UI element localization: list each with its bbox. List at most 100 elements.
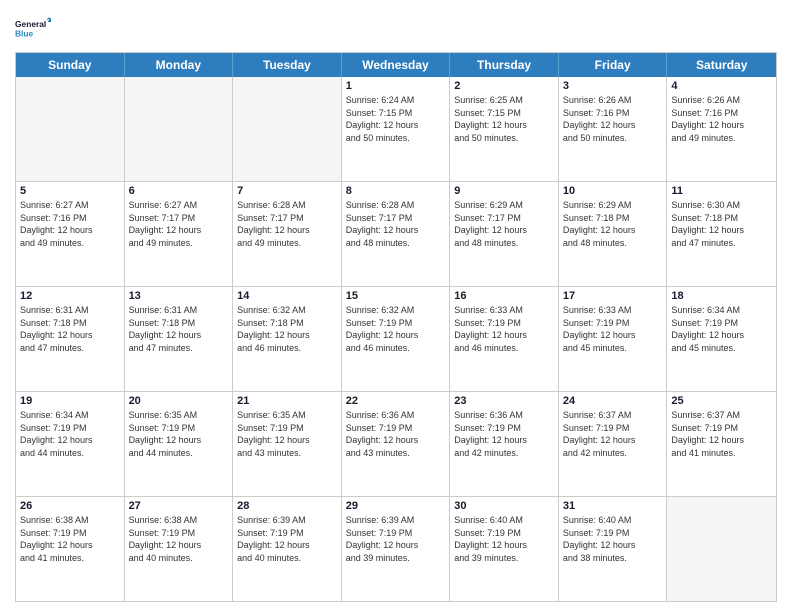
day-number: 17 [563, 290, 663, 302]
day-header-saturday: Saturday [667, 53, 776, 77]
day-number: 1 [346, 80, 446, 92]
day-info: Sunrise: 6:34 AMSunset: 7:19 PMDaylight:… [671, 304, 772, 354]
svg-text:General: General [15, 19, 46, 29]
day-info: Sunrise: 6:26 AMSunset: 7:16 PMDaylight:… [671, 94, 772, 144]
day-info: Sunrise: 6:32 AMSunset: 7:19 PMDaylight:… [346, 304, 446, 354]
day-info: Sunrise: 6:25 AMSunset: 7:15 PMDaylight:… [454, 94, 554, 144]
calendar-body: 1 Sunrise: 6:24 AMSunset: 7:15 PMDaylight… [16, 77, 776, 601]
calendar-row-3: 19 Sunrise: 6:34 AMSunset: 7:19 PMDayligh… [16, 392, 776, 497]
day-number: 7 [237, 185, 337, 197]
day-number: 20 [129, 395, 229, 407]
svg-text:Blue: Blue [15, 28, 34, 38]
calendar-row-4: 26 Sunrise: 6:38 AMSunset: 7:19 PMDayligh… [16, 497, 776, 601]
day-info: Sunrise: 6:35 AMSunset: 7:19 PMDaylight:… [129, 409, 229, 459]
day-number: 4 [671, 80, 772, 92]
day-info: Sunrise: 6:38 AMSunset: 7:19 PMDaylight:… [20, 514, 120, 564]
calendar-header: SundayMondayTuesdayWednesdayThursdayFrid… [16, 53, 776, 77]
day-info: Sunrise: 6:40 AMSunset: 7:19 PMDaylight:… [454, 514, 554, 564]
day-info: Sunrise: 6:29 AMSunset: 7:17 PMDaylight:… [454, 199, 554, 249]
day-cell-10: 10Sunrise: 6:29 AMSunset: 7:18 PMDayligh… [559, 182, 668, 286]
day-number: 2 [454, 80, 554, 92]
day-info: Sunrise: 6:31 AMSunset: 7:18 PMDaylight:… [129, 304, 229, 354]
day-number: 9 [454, 185, 554, 197]
calendar-row-1: 5 Sunrise: 6:27 AMSunset: 7:16 PMDaylight… [16, 182, 776, 287]
day-cell-14: 14Sunrise: 6:32 AMSunset: 7:18 PMDayligh… [233, 287, 342, 391]
day-number: 13 [129, 290, 229, 302]
day-number: 22 [346, 395, 446, 407]
day-cell-3: 3 Sunrise: 6:26 AMSunset: 7:16 PMDaylight… [559, 77, 668, 181]
day-cell-2: 2 Sunrise: 6:25 AMSunset: 7:15 PMDaylight… [450, 77, 559, 181]
day-number: 29 [346, 500, 446, 512]
day-cell-19: 19 Sunrise: 6:34 AMSunset: 7:19 PMDayligh… [16, 392, 125, 496]
day-cell-29: 29 Sunrise: 6:39 AMSunset: 7:19 PMDayligh… [342, 497, 451, 601]
day-cell-27: 27Sunrise: 6:38 AMSunset: 7:19 PMDayligh… [125, 497, 234, 601]
day-cell-1: 1 Sunrise: 6:24 AMSunset: 7:15 PMDaylight… [342, 77, 451, 181]
day-cell-17: 17 Sunrise: 6:33 AMSunset: 7:19 PMDayligh… [559, 287, 668, 391]
day-number: 11 [671, 185, 772, 197]
day-info: Sunrise: 6:39 AMSunset: 7:19 PMDaylight:… [346, 514, 446, 564]
day-number: 21 [237, 395, 337, 407]
day-info: Sunrise: 6:32 AMSunset: 7:18 PMDaylight:… [237, 304, 337, 354]
day-cell-12: 12Sunrise: 6:31 AMSunset: 7:18 PMDayligh… [16, 287, 125, 391]
day-info: Sunrise: 6:26 AMSunset: 7:16 PMDaylight:… [563, 94, 663, 144]
day-info: Sunrise: 6:34 AMSunset: 7:19 PMDaylight:… [20, 409, 120, 459]
day-info: Sunrise: 6:33 AMSunset: 7:19 PMDaylight:… [563, 304, 663, 354]
day-header-friday: Friday [559, 53, 668, 77]
day-number: 19 [20, 395, 120, 407]
logo: General Blue [15, 10, 51, 46]
day-cell-28: 28 Sunrise: 6:39 AMSunset: 7:19 PMDayligh… [233, 497, 342, 601]
day-number: 26 [20, 500, 120, 512]
day-number: 15 [346, 290, 446, 302]
day-cell-6: 6Sunrise: 6:27 AMSunset: 7:17 PMDaylight… [125, 182, 234, 286]
day-cell-13: 13 Sunrise: 6:31 AMSunset: 7:18 PMDayligh… [125, 287, 234, 391]
day-number: 8 [346, 185, 446, 197]
day-info: Sunrise: 6:36 AMSunset: 7:19 PMDaylight:… [346, 409, 446, 459]
day-cell-20: 20 Sunrise: 6:35 AMSunset: 7:19 PMDayligh… [125, 392, 234, 496]
day-number: 5 [20, 185, 120, 197]
empty-cell [125, 77, 234, 181]
day-cell-30: 30Sunrise: 6:40 AMSunset: 7:19 PMDayligh… [450, 497, 559, 601]
header: General Blue [15, 10, 777, 46]
day-header-wednesday: Wednesday [342, 53, 451, 77]
day-info: Sunrise: 6:36 AMSunset: 7:19 PMDaylight:… [454, 409, 554, 459]
day-number: 10 [563, 185, 663, 197]
day-info: Sunrise: 6:40 AMSunset: 7:19 PMDaylight:… [563, 514, 663, 564]
day-number: 6 [129, 185, 229, 197]
empty-cell [233, 77, 342, 181]
day-cell-5: 5 Sunrise: 6:27 AMSunset: 7:16 PMDaylight… [16, 182, 125, 286]
day-info: Sunrise: 6:30 AMSunset: 7:18 PMDaylight:… [671, 199, 772, 249]
day-cell-18: 18 Sunrise: 6:34 AMSunset: 7:19 PMDayligh… [667, 287, 776, 391]
calendar-row-2: 12 Sunrise: 6:31 AMSunset: 7:18 PMDayligh… [16, 287, 776, 392]
day-info: Sunrise: 6:24 AMSunset: 7:15 PMDaylight:… [346, 94, 446, 144]
day-header-tuesday: Tuesday [233, 53, 342, 77]
day-cell-4: 4 Sunrise: 6:26 AMSunset: 7:16 PMDaylight… [667, 77, 776, 181]
page: General Blue SundayMondayTuesdayWednesda… [0, 0, 792, 612]
day-number: 23 [454, 395, 554, 407]
day-info: Sunrise: 6:38 AMSunset: 7:19 PMDaylight:… [129, 514, 229, 564]
day-info: Sunrise: 6:39 AMSunset: 7:19 PMDaylight:… [237, 514, 337, 564]
day-header-monday: Monday [125, 53, 234, 77]
day-cell-16: 16 Sunrise: 6:33 AMSunset: 7:19 PMDayligh… [450, 287, 559, 391]
calendar-row-0: 1 Sunrise: 6:24 AMSunset: 7:15 PMDaylight… [16, 77, 776, 182]
day-cell-25: 25Sunrise: 6:37 AMSunset: 7:19 PMDayligh… [667, 392, 776, 496]
day-number: 12 [20, 290, 120, 302]
day-number: 28 [237, 500, 337, 512]
day-number: 16 [454, 290, 554, 302]
day-cell-9: 9 Sunrise: 6:29 AMSunset: 7:17 PMDaylight… [450, 182, 559, 286]
day-header-sunday: Sunday [16, 53, 125, 77]
logo-svg: General Blue [15, 10, 51, 46]
day-number: 24 [563, 395, 663, 407]
day-number: 25 [671, 395, 772, 407]
empty-cell [16, 77, 125, 181]
day-cell-7: 7 Sunrise: 6:28 AMSunset: 7:17 PMDaylight… [233, 182, 342, 286]
day-cell-26: 26 Sunrise: 6:38 AMSunset: 7:19 PMDayligh… [16, 497, 125, 601]
day-cell-31: 31 Sunrise: 6:40 AMSunset: 7:19 PMDayligh… [559, 497, 668, 601]
day-info: Sunrise: 6:28 AMSunset: 7:17 PMDaylight:… [237, 199, 337, 249]
day-number: 31 [563, 500, 663, 512]
day-info: Sunrise: 6:27 AMSunset: 7:16 PMDaylight:… [20, 199, 120, 249]
empty-cell [667, 497, 776, 601]
calendar: SundayMondayTuesdayWednesdayThursdayFrid… [15, 52, 777, 602]
day-number: 3 [563, 80, 663, 92]
day-number: 18 [671, 290, 772, 302]
day-info: Sunrise: 6:33 AMSunset: 7:19 PMDaylight:… [454, 304, 554, 354]
